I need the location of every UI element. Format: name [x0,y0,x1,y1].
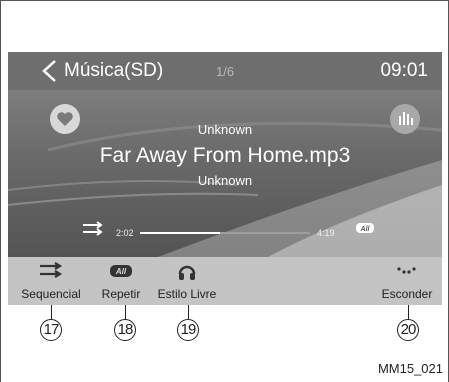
hide-dots-icon [397,267,416,274]
artist-label: Unknown [197,122,253,137]
callout-leader [51,305,52,320]
callouts: 17 18 19 20 [0,305,449,355]
estilo-livre-label: Estilo Livre [157,287,217,301]
page-title: Música(SD) [64,60,164,81]
track-position: 1/6 [216,64,235,79]
clock: 09:01 [380,60,428,81]
esconder-label: Esconder [381,287,433,301]
repeat-all-icon: All [110,265,132,277]
total-time: 4:19 [317,228,335,238]
repeat-all-icon[interactable]: All [354,220,376,236]
callout-20: 20 [397,319,419,341]
progress-bar[interactable] [140,232,310,234]
media-screen: Música(SD) 1/6 09:01 Unknown Far Away Fr… [8,52,442,305]
sequencial-label: Sequencial [21,287,81,301]
figure-code: MM15_021 [377,361,443,376]
album-label: Unknown [197,173,253,188]
player-area: Unknown Far Away From Home.mp3 Unknown 2… [8,90,442,257]
callout-18: 18 [114,319,136,341]
bottom-bar: Sequencial All Repetir Estilo Livre Esco… [8,257,442,305]
callout-leader [188,305,189,320]
callout-17: 17 [40,319,62,341]
repeat-badge: All [360,226,371,233]
esconder-button[interactable]: Esconder [372,257,442,305]
repeat-badge: All [115,267,127,276]
shuffle-icon[interactable] [82,221,104,237]
callout-leader [408,305,409,320]
chevron-left-icon[interactable] [38,58,62,84]
estilo-livre-button[interactable]: Estilo Livre [152,257,222,305]
elapsed-time: 2:02 [116,228,134,238]
shuffle-icon [40,262,63,278]
top-bar: Música(SD) 1/6 09:01 [8,52,442,90]
headphones-icon [178,265,196,280]
progress-fill [140,232,220,234]
song-title: Far Away From Home.mp3 [99,144,351,167]
callout-19: 19 [177,319,199,341]
sequencial-button[interactable]: Sequencial [8,257,94,305]
callout-leader [125,305,126,320]
repetir-button[interactable]: All Repetir [94,257,148,305]
repetir-label: Repetir [101,287,141,301]
